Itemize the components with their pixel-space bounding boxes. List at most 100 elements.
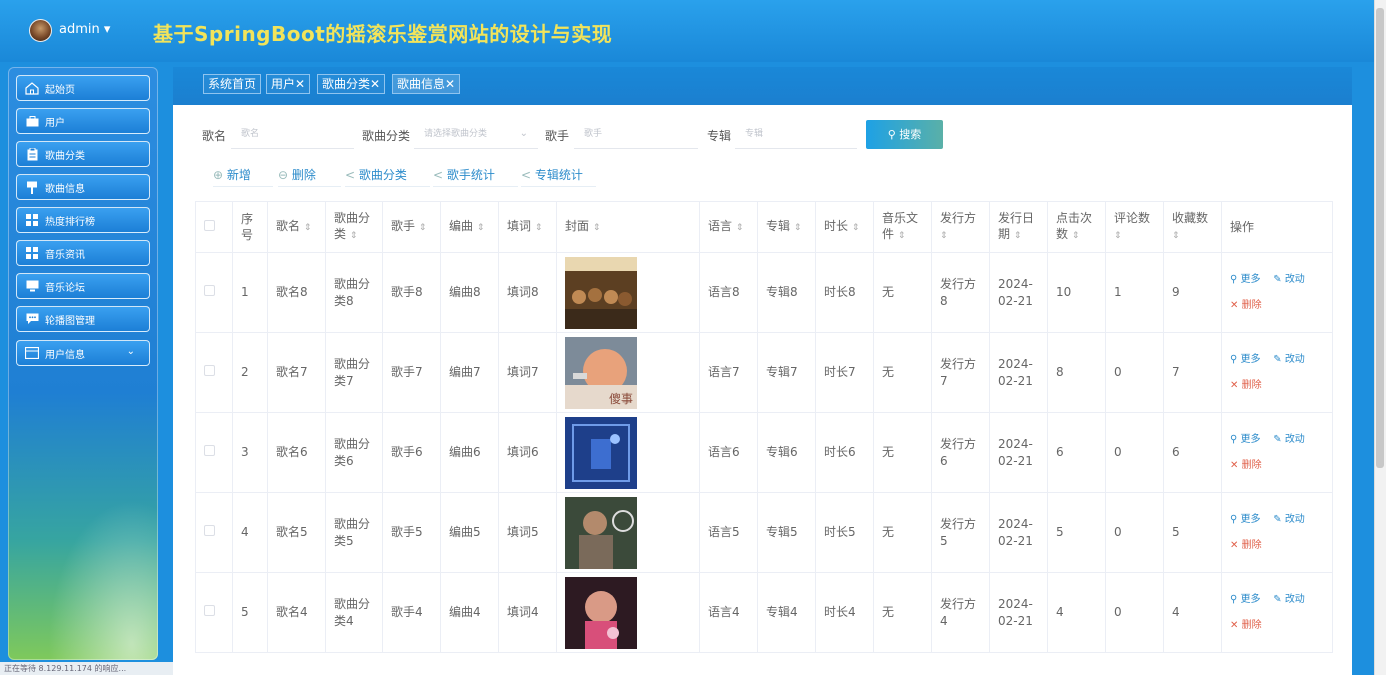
edit-button[interactable]: ✎ 改动 — [1273, 354, 1305, 365]
sort-icon[interactable]: ⇕ — [736, 223, 744, 233]
sidebar-item-ranking[interactable]: 热度排行榜 — [16, 207, 150, 233]
sidebar-item-forum[interactable]: 音乐论坛 — [16, 273, 150, 299]
row-checkbox[interactable] — [195, 572, 233, 653]
sort-icon[interactable]: ⇕ — [477, 223, 485, 233]
album-stats-button[interactable]: < 专辑统计 — [521, 163, 596, 187]
album-input[interactable]: 专辑 — [735, 119, 857, 149]
col-header-cover[interactable]: 封面 ⇕ — [556, 201, 700, 253]
chevron-down-icon: ⌄ — [519, 128, 528, 139]
sidebar-item-users[interactable]: 用户 — [16, 108, 150, 134]
sort-icon[interactable]: ⇕ — [940, 231, 948, 241]
sort-icon[interactable]: ⇕ — [593, 223, 601, 233]
col-header-release-date[interactable]: 发行日期 ⇕ — [989, 201, 1048, 253]
col-header-category[interactable]: 歌曲分类 ⇕ — [325, 201, 383, 253]
sidebar-item-carousel[interactable]: 轮播图管理 — [16, 306, 150, 332]
sort-icon[interactable]: ⇕ — [1014, 231, 1022, 241]
table-row: 5 歌名4 歌曲分类4 歌手4 编曲4 填词4 语言4 专辑4 时长4 无发行方4 2024-02-… — [195, 572, 1333, 653]
sidebar-item-user-info[interactable]: 用户信息 ⌄ — [16, 340, 150, 366]
sort-icon[interactable]: ⇕ — [350, 231, 358, 241]
delete-button[interactable]: ⊖ 删除 — [278, 163, 341, 187]
delete-row-button[interactable]: ✕ 删除 — [1230, 380, 1262, 391]
col-header-music-file[interactable]: 音乐文件 ⇕ — [873, 201, 932, 253]
col-header-comments[interactable]: 评论数 ⇕ — [1105, 201, 1164, 253]
top-bar: admin ▾ 基于SpringBoot的摇滚乐鉴赏网站的设计与实现 — [0, 0, 1386, 62]
cell-lang: 语言8 — [699, 252, 758, 333]
edit-button[interactable]: ✎ 改动 — [1273, 514, 1305, 525]
sidebar-item-song-info[interactable]: 歌曲信息 — [16, 174, 150, 200]
col-header-album[interactable]: 专辑 ⇕ — [757, 201, 816, 253]
sort-icon[interactable]: ⇕ — [304, 223, 312, 233]
delete-button-label: 删除 — [291, 168, 316, 182]
delete-label: 删除 — [1241, 459, 1262, 471]
singer-stats-label: 歌手统计 — [446, 168, 495, 182]
cell-clicks: 4 — [1047, 572, 1106, 653]
sort-icon[interactable]: ⇕ — [419, 223, 427, 233]
song-name-input[interactable]: 歌名 — [231, 119, 354, 149]
user-menu[interactable]: admin ▾ — [59, 22, 110, 37]
tab-song-info[interactable]: 歌曲信息✕ — [392, 74, 461, 94]
page-scrollbar[interactable] — [1374, 0, 1386, 675]
col-header-favorites[interactable]: 收藏数 ⇕ — [1163, 201, 1222, 253]
edit-button[interactable]: ✎ 改动 — [1273, 274, 1305, 285]
col-header-publisher[interactable]: 发行方 ⇕ — [931, 201, 990, 253]
col-header-name[interactable]: 歌名 ⇕ — [267, 201, 326, 253]
tab-users[interactable]: 用户✕ — [266, 74, 311, 94]
select-all-checkbox[interactable] — [195, 201, 233, 253]
more-button[interactable]: ⚲ 更多 — [1230, 594, 1261, 605]
col-header-lyricist[interactable]: 填词 ⇕ — [498, 201, 557, 253]
sort-icon[interactable]: ⇕ — [1114, 231, 1122, 241]
album-cover-image[interactable] — [565, 496, 637, 569]
cell-name: 歌名5 — [267, 492, 326, 573]
search-button[interactable]: ⚲ 搜索 — [866, 120, 943, 149]
delete-row-button[interactable]: ✕ 删除 — [1230, 460, 1262, 471]
tab-song-category[interactable]: 歌曲分类✕ — [317, 74, 386, 94]
add-button[interactable]: ⊕ 新增 — [213, 163, 273, 187]
edit-button[interactable]: ✎ 改动 — [1273, 594, 1305, 605]
more-button[interactable]: ⚲ 更多 — [1230, 354, 1261, 365]
plus-circle-icon: ⊕ — [213, 168, 224, 182]
share-icon: < — [345, 168, 356, 182]
col-header-clicks[interactable]: 点击次数 ⇕ — [1047, 201, 1106, 253]
category-chart-button[interactable]: < 歌曲分类 — [345, 163, 430, 187]
cell-arr: 编曲8 — [440, 252, 499, 333]
sidebar-item-label: 用户信息 — [45, 349, 85, 361]
sort-icon[interactable]: ⇕ — [898, 231, 906, 241]
album-cover-image[interactable] — [565, 256, 637, 329]
more-button[interactable]: ⚲ 更多 — [1230, 274, 1261, 285]
sort-icon[interactable]: ⇕ — [794, 223, 802, 233]
row-checkbox[interactable] — [195, 332, 233, 413]
row-checkbox[interactable] — [195, 492, 233, 573]
edit-label: 改动 — [1284, 353, 1305, 365]
tab-home[interactable]: 系统首页 — [203, 74, 262, 94]
row-checkbox[interactable] — [195, 412, 233, 493]
row-checkbox[interactable] — [195, 252, 233, 333]
more-button[interactable]: ⚲ 更多 — [1230, 514, 1261, 525]
avatar[interactable] — [29, 19, 52, 42]
sidebar-item-song-category[interactable]: 歌曲分类 — [16, 141, 150, 167]
cell-pub: 发行方8 — [931, 252, 990, 333]
delete-row-button[interactable]: ✕ 删除 — [1230, 540, 1262, 551]
sidebar-item-music-news[interactable]: 音乐资讯 — [16, 240, 150, 266]
col-header-singer[interactable]: 歌手 ⇕ — [382, 201, 441, 253]
col-header-duration[interactable]: 时长 ⇕ — [815, 201, 874, 253]
col-header-arranger[interactable]: 编曲 ⇕ — [440, 201, 499, 253]
album-cover-image[interactable] — [565, 576, 637, 649]
song-category-select[interactable]: 请选择歌曲分类 ⌄ — [414, 119, 538, 149]
delete-row-button[interactable]: ✕ 删除 — [1230, 620, 1262, 631]
edit-button[interactable]: ✎ 改动 — [1273, 434, 1305, 445]
singer-input[interactable]: 歌手 — [574, 119, 698, 149]
album-cover-image[interactable]: 傻事 — [565, 336, 637, 409]
album-cover-image[interactable] — [565, 416, 637, 489]
more-button[interactable]: ⚲ 更多 — [1230, 434, 1261, 445]
sort-icon[interactable]: ⇕ — [1072, 231, 1080, 241]
sort-icon[interactable]: ⇕ — [852, 223, 860, 233]
sort-icon[interactable]: ⇕ — [1172, 231, 1180, 241]
scrollbar-thumb[interactable] — [1376, 8, 1384, 468]
sort-icon[interactable]: ⇕ — [535, 223, 543, 233]
singer-stats-button[interactable]: < 歌手统计 — [433, 163, 518, 187]
col-header-language[interactable]: 语言 ⇕ — [699, 201, 758, 253]
delete-row-button[interactable]: ✕ 删除 — [1230, 300, 1262, 311]
cell-comments: 0 — [1105, 412, 1164, 493]
sidebar-item-label: 歌曲分类 — [45, 150, 85, 162]
sidebar-item-home[interactable]: 起始页 — [16, 75, 150, 101]
